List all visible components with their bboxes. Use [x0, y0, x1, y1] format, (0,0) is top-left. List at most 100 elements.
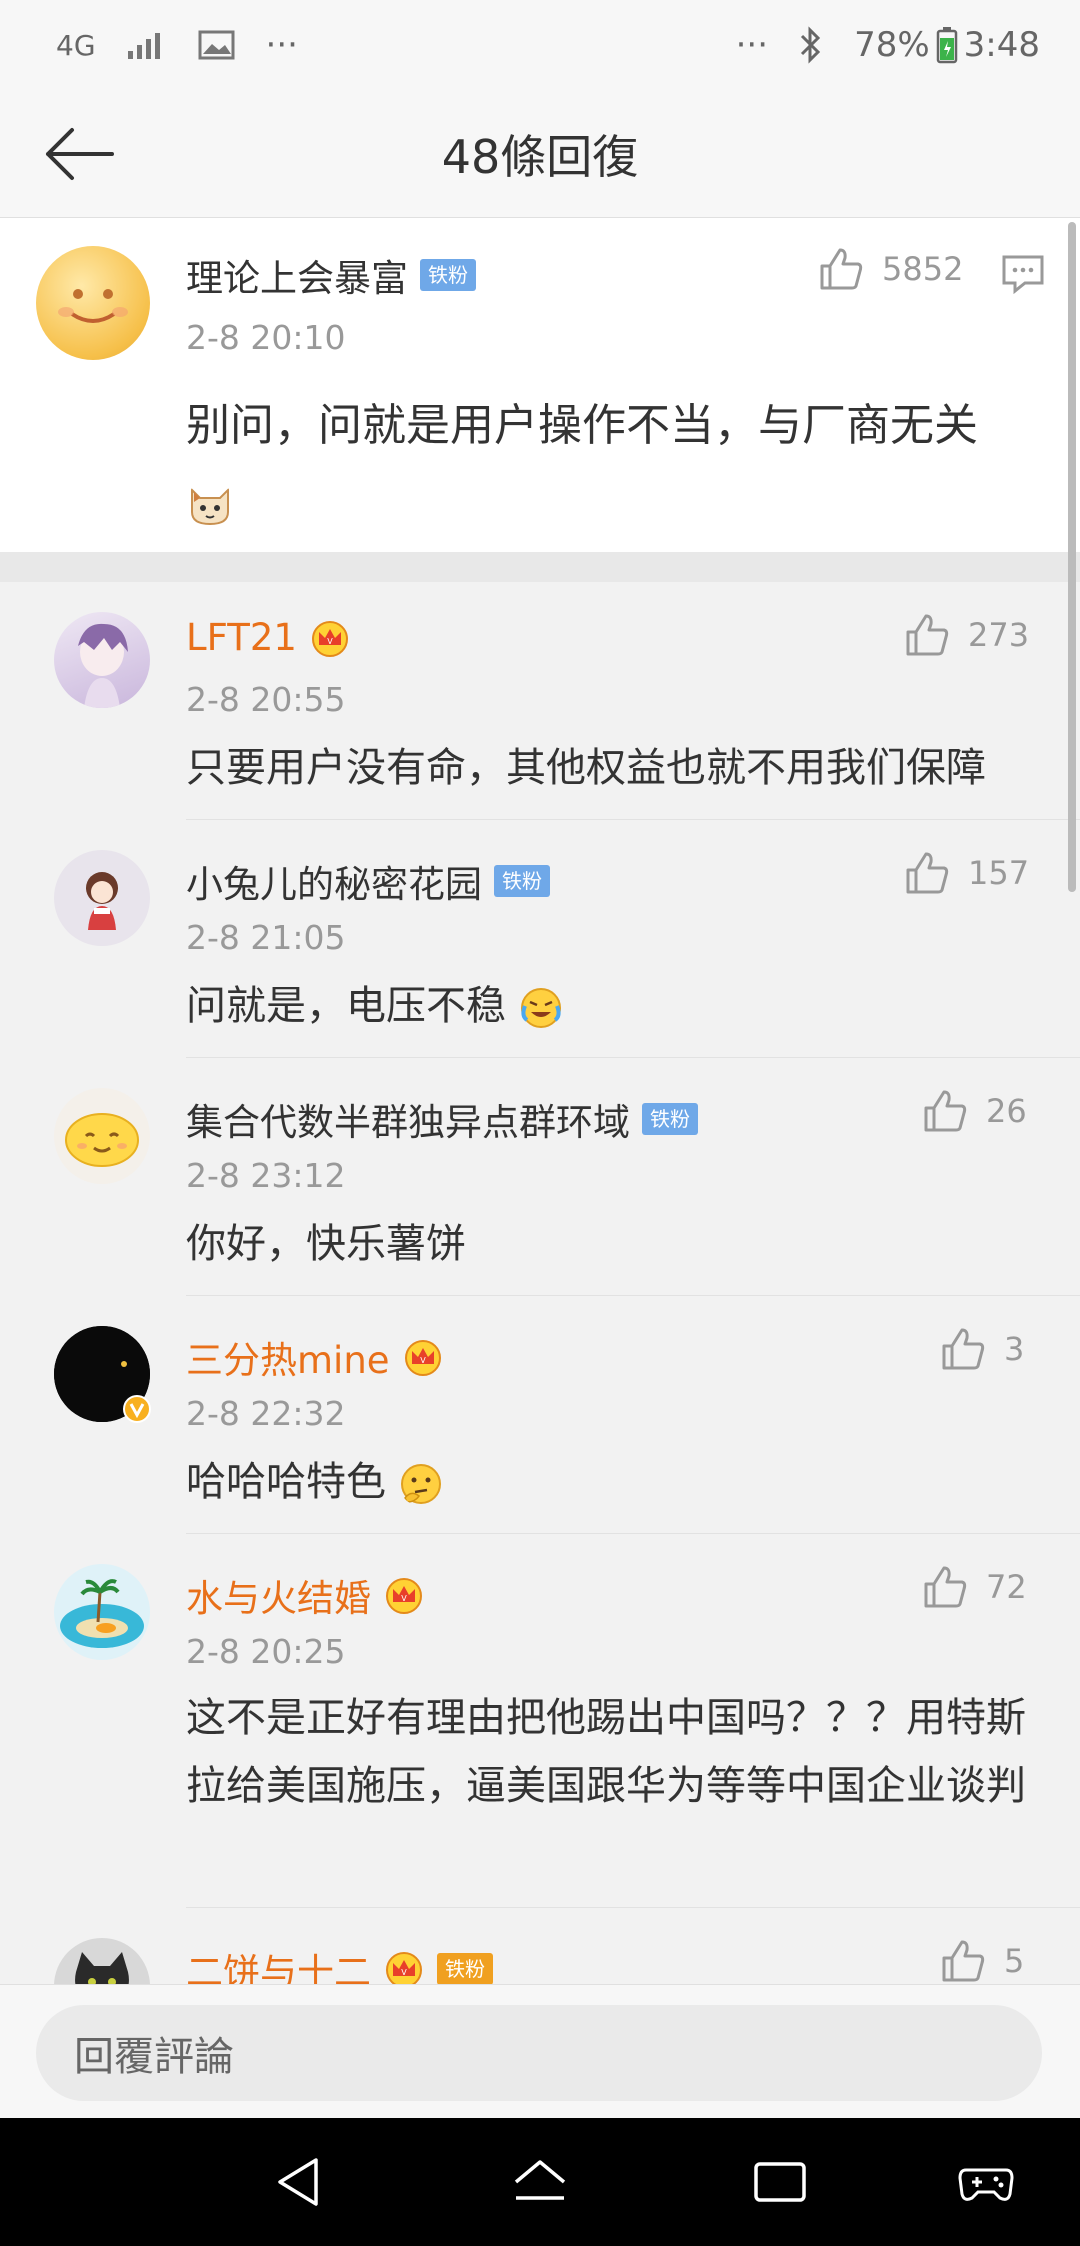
nav-back-icon[interactable] — [270, 2152, 330, 2212]
like-button[interactable]: 157 — [904, 850, 1029, 896]
avatar[interactable] — [54, 1564, 150, 1660]
battery-percent: 78% — [854, 25, 930, 65]
comment-content: 你好，快乐薯饼 — [186, 1212, 1046, 1276]
like-button[interactable]: 273 — [904, 612, 1029, 658]
username-text[interactable]: LFT21 — [186, 616, 297, 659]
comment-content: 哈哈哈特色 — [186, 1450, 1046, 1514]
like-count: 26 — [986, 1092, 1027, 1130]
comment-content: 别问，问就是用户操作不当，与厂商无关 — [186, 388, 1026, 540]
comment-content: 问就是，电压不稳 — [186, 974, 1046, 1038]
like-count: 3 — [1004, 1330, 1025, 1368]
reply-item[interactable]: 二饼与十二 V 铁粉 5 — [0, 1908, 1080, 1984]
username[interactable]: 三分热mine V — [186, 1330, 444, 1384]
reply-bar: 回覆評論 — [0, 1984, 1080, 2118]
reply-input[interactable]: 回覆評論 — [36, 2005, 1042, 2101]
thinking-emoji-icon — [400, 1464, 441, 1504]
smiling-bun-avatar-icon — [65, 1113, 139, 1167]
like-button[interactable]: 3 — [940, 1326, 1024, 1372]
svg-text:V: V — [401, 1968, 407, 1977]
thumbs-up-icon — [820, 248, 863, 290]
bluetooth-icon — [801, 26, 821, 64]
comment-icon[interactable] — [1001, 254, 1045, 294]
thumbs-up-icon — [924, 1090, 967, 1132]
thumbs-up-icon — [924, 1566, 967, 1608]
clock: 3:48 — [963, 25, 1040, 65]
island-avatar-icon — [60, 1579, 144, 1648]
username-text[interactable]: 小兔儿的秘密花园 — [186, 854, 482, 908]
comment-time: 2-8 21:05 — [186, 918, 346, 957]
username-text[interactable]: 二饼与十二 — [186, 1942, 371, 1984]
laugh-cry-emoji-icon — [520, 988, 561, 1028]
avatar[interactable] — [54, 612, 150, 708]
game-controller-icon[interactable] — [956, 2152, 1016, 2212]
avatar[interactable] — [54, 1088, 150, 1184]
reply-item[interactable]: 小兔儿的秘密花园 铁粉 2-8 21:05 157 问就是，电压不稳 — [0, 820, 1080, 1058]
like-button[interactable]: 5 — [940, 1938, 1024, 1984]
thumbs-up-icon — [942, 1940, 985, 1982]
avatar[interactable] — [54, 850, 150, 946]
nav-bar: 48條回復 — [0, 90, 1080, 218]
smiley-face-icon — [58, 289, 128, 323]
like-button[interactable]: 72 — [922, 1564, 1027, 1610]
like-count: 72 — [986, 1568, 1027, 1606]
status-right: ··· 78% 3:48 — [736, 25, 1040, 65]
username[interactable]: 水与火结婚 V — [186, 1568, 425, 1622]
comment-text: 只要用户没有命，其他权益也就不用我们保障 — [186, 745, 986, 791]
root-comment[interactable]: 理论上会暴富 铁粉 2-8 20:10 5852 别问，问就是用户操作不当，与厂… — [0, 218, 1080, 552]
username[interactable]: 小兔儿的秘密花园 铁粉 — [186, 854, 550, 908]
comment-time: 2-8 20:25 — [186, 1632, 346, 1671]
comment-text: 哈哈哈特色 — [186, 1459, 386, 1505]
comment-time: 2-8 22:32 — [186, 1394, 346, 1433]
reply-item[interactable]: 集合代数半群独异点群环域 铁粉 2-8 23:12 26 你好，快乐薯饼 — [0, 1058, 1080, 1296]
signal-icon — [127, 33, 160, 59]
status-more-left: ··· — [265, 25, 298, 65]
fan-badge: 铁粉 — [437, 1953, 493, 1984]
like-count: 157 — [968, 854, 1030, 892]
username-text[interactable]: 三分热mine — [186, 1330, 390, 1384]
username[interactable]: LFT21 V — [186, 616, 351, 659]
section-separator — [0, 552, 1080, 582]
avatar[interactable] — [54, 1326, 151, 1423]
status-more-right: ··· — [735, 25, 769, 65]
reply-item[interactable]: 三分热mine V 2-8 22:32 3 哈哈哈特色 — [0, 1296, 1080, 1534]
comment-content: 只要用户没有命，其他权益也就不用我们保障 — [186, 736, 1046, 800]
username-text[interactable]: 集合代数半群独异点群环域 — [186, 1092, 630, 1146]
like-button[interactable]: 5852 — [818, 246, 963, 292]
comment-content: 这不是正好有理由把他踢出中国吗？？？用特斯拉给美国施压，逼美国跟华为等等中国企业… — [186, 1684, 1046, 1820]
reply-placeholder: 回覆評論 — [74, 2034, 234, 2080]
thumbs-up-icon — [906, 614, 949, 656]
page-title: 48條回復 — [441, 129, 639, 184]
svg-text:V: V — [420, 1356, 426, 1365]
username[interactable]: 二饼与十二 V 铁粉 — [186, 1942, 493, 1984]
comment-time: 2-8 23:12 — [186, 1156, 346, 1195]
fan-badge: 铁粉 — [420, 259, 476, 291]
nav-home-icon[interactable] — [510, 2152, 570, 2212]
girl-avatar-icon — [86, 872, 118, 930]
comment-text: 别问，问就是用户操作不当，与厂商无关 — [186, 400, 978, 451]
crown-vip-icon: V — [404, 1340, 441, 1376]
avatar[interactable] — [54, 1938, 150, 1984]
thumbs-up-icon — [942, 1328, 985, 1370]
like-count: 5 — [1004, 1942, 1025, 1980]
username[interactable]: 集合代数半群独异点群环域 铁粉 — [186, 1092, 698, 1146]
avatar[interactable] — [36, 246, 150, 360]
back-button[interactable] — [40, 116, 120, 192]
scrollbar-thumb[interactable] — [1068, 222, 1076, 892]
reply-item[interactable]: LFT21 V 2-8 20:55 273 只要用户没有命，其他权益也就不用我们… — [0, 582, 1080, 820]
nav-recents-icon[interactable] — [750, 2152, 810, 2212]
fan-badge: 铁粉 — [494, 865, 550, 897]
crown-vip-icon: V — [386, 1952, 422, 1984]
username-text[interactable]: 水与火结婚 — [186, 1568, 371, 1622]
like-button[interactable]: 26 — [922, 1088, 1027, 1134]
username-text[interactable]: 理论上会暴富 — [186, 248, 408, 302]
comment-time: 2-8 20:10 — [186, 318, 346, 357]
image-icon — [198, 30, 235, 60]
fan-badge: 铁粉 — [642, 1103, 698, 1135]
crown-vip-icon: V — [311, 620, 348, 657]
comment-text: 问就是，电压不稳 — [186, 983, 506, 1029]
reply-item[interactable]: 水与火结婚 V 2-8 20:25 72 这不是正好有理由把他踢出中国吗？？？用… — [0, 1534, 1080, 1908]
comment-text: 这不是正好有理由把他踢出中国吗？？？用特斯拉给美国施压，逼美国跟华为等等中国企业… — [186, 1695, 1026, 1809]
anime-boy-avatar-icon — [78, 623, 128, 708]
cat-face-emoji-icon — [191, 487, 229, 526]
username[interactable]: 理论上会暴富 铁粉 — [186, 248, 476, 302]
